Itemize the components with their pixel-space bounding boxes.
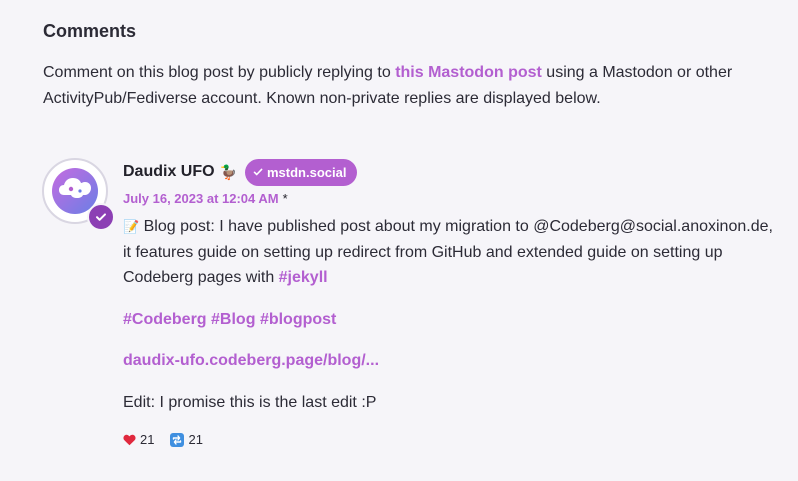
mastodon-post-link[interactable]: this Mastodon post [395,64,542,81]
edited-marker: * [282,191,288,206]
boost-icon [170,432,185,447]
comments-intro: Comment on this blog post by publicly re… [43,60,783,112]
comment-text: Blog post: I have published post about m… [123,218,773,286]
hashtag-link[interactable]: #jekyll [279,269,328,286]
comment-header: Daudix UFO 🦆 mstdn.social [123,158,783,186]
edit-note: Edit: I promise this is the last edit :P [123,393,377,411]
boosts-stat: 21 [170,432,203,447]
favourites-stat: 21 [123,432,154,447]
heart-icon [123,434,136,446]
boosts-count: 21 [188,432,203,447]
hashtag-link[interactable]: #blogpost [260,311,336,328]
comment-paragraph: 📝 Blog post: I have published post about… [123,214,783,291]
blog-post-link[interactable]: daudix-ufo.codeberg.page/blog/... [123,352,379,369]
hashtag-link[interactable]: #Blog [211,311,255,328]
intro-text-before: Comment on this blog post by publicly re… [43,64,396,81]
verified-check-icon [87,203,115,231]
comment-body: 📝 Blog post: I have published post about… [123,214,783,415]
comments-section: Comments Comment on this blog post by pu… [0,0,798,481]
comment-meta: July 16, 2023 at 12:04 AM * [123,188,783,210]
author-emoji: 🦆 [219,163,237,180]
favourites-count: 21 [140,432,155,447]
hashtag-link[interactable]: #Codeberg [123,311,207,328]
hashtag-list: #Codeberg #Blog #blogpost [123,307,783,333]
comment-date-link[interactable]: July 16, 2023 at 12:04 AM [123,191,279,206]
check-icon [253,167,263,177]
author-name[interactable]: Daudix UFO [123,163,215,181]
instance-badge[interactable]: mstdn.social [245,158,358,186]
comment: Daudix UFO 🦆 mstdn.social July 16, 2023 … [123,158,783,431]
memo-icon: 📝 [123,219,140,234]
comments-heading: Comments [43,21,137,41]
avatar-link[interactable] [42,158,115,231]
comment-paragraph: daudix-ufo.codeberg.page/blog/... [123,348,783,374]
instance-name: mstdn.social [267,164,347,180]
comment-stats: 21 21 [123,432,219,447]
